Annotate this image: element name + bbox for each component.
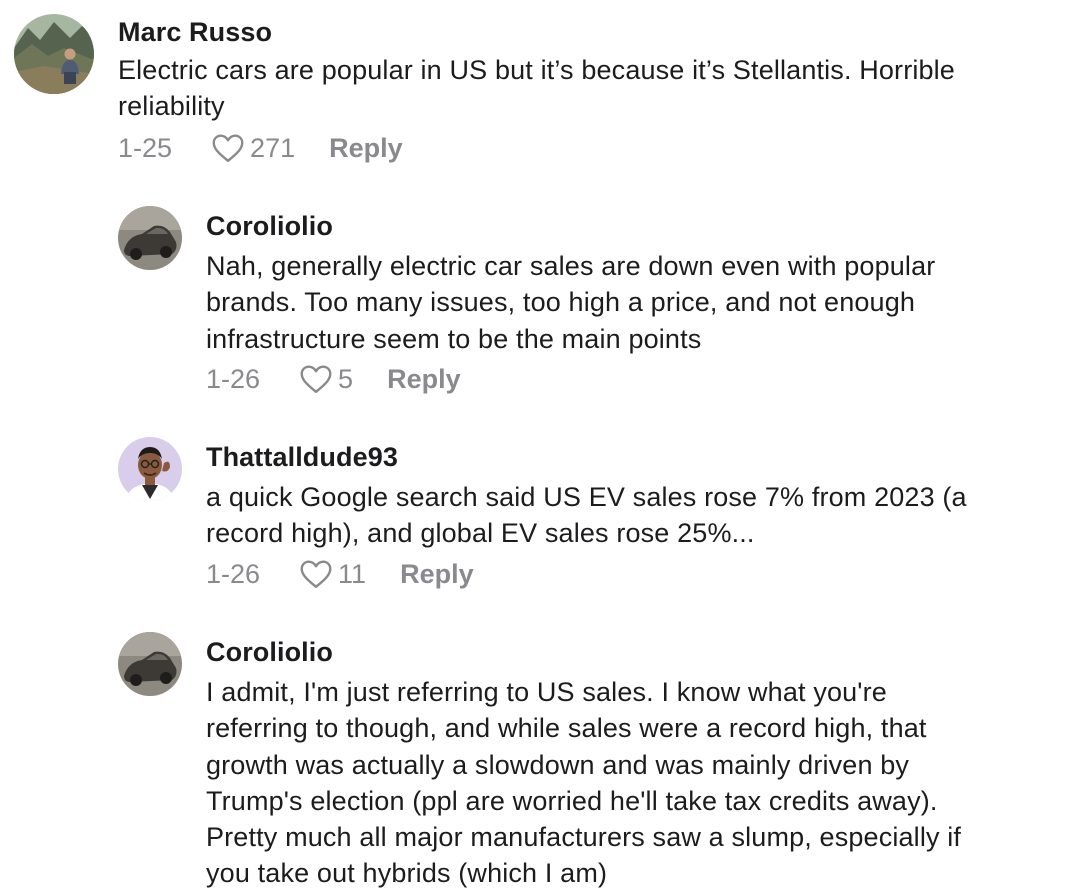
avatar-mountain-photo-icon [14, 14, 94, 94]
heart-outline-icon [300, 560, 332, 588]
comment-username[interactable]: Coroliolio [206, 210, 333, 242]
avatar[interactable] [14, 14, 94, 94]
heart-outline-icon [300, 365, 332, 393]
comment-username[interactable]: Marc Russo [118, 16, 272, 48]
avatar[interactable] [118, 632, 182, 696]
avatar[interactable] [118, 437, 182, 501]
comment-meta: 1-25 271 Reply [118, 128, 403, 168]
comment-username[interactable]: Coroliolio [206, 636, 333, 668]
like-button[interactable]: 11 [298, 556, 366, 592]
like-count: 5 [338, 363, 354, 394]
comment-date: 1-26 [206, 363, 261, 394]
comment-meta: 1-26 11 Reply [206, 554, 474, 594]
comment-text: I admit, I'm just referring to US sales.… [206, 677, 962, 889]
comment-date: 1-26 [206, 558, 261, 589]
avatar-car-photo-icon [118, 206, 182, 270]
comment-username[interactable]: Thattalldude93 [206, 441, 398, 473]
reply-button[interactable]: Reply [329, 133, 403, 164]
comment-date: 1-25 [118, 132, 173, 163]
avatar[interactable] [118, 206, 182, 270]
reply-button[interactable]: Reply [400, 559, 474, 590]
heart-outline-icon [212, 134, 244, 162]
comment-text: a quick Google search said US EV sales r… [206, 482, 967, 549]
like-count: 11 [338, 558, 367, 589]
comment-meta: 1-26 5 Reply [206, 359, 461, 399]
like-button[interactable]: 271 [210, 130, 295, 166]
avatar-car-photo-icon [118, 632, 182, 696]
avatar-cartoon-man-icon [118, 437, 182, 501]
comment-text: Electric cars are popular in US but it’s… [118, 55, 955, 122]
reply-button[interactable]: Reply [387, 364, 461, 395]
like-button[interactable]: 5 [298, 361, 353, 397]
comment-text: Nah, generally electric car sales are do… [206, 251, 936, 354]
like-count: 271 [250, 132, 296, 163]
